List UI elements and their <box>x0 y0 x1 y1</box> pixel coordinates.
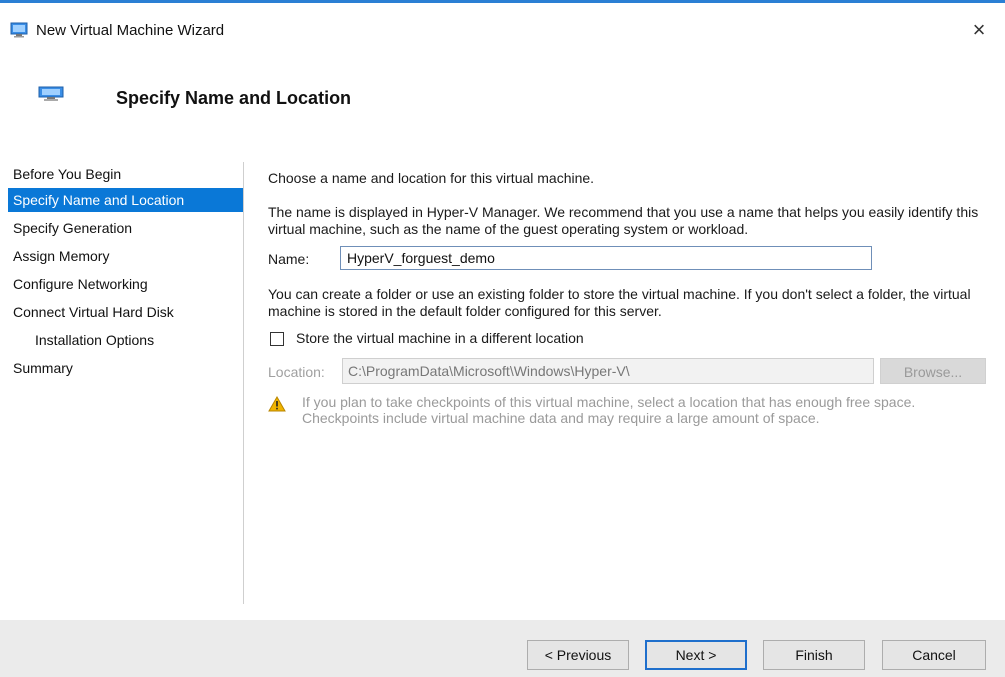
sidebar-item-specify-name-and-location[interactable]: Specify Name and Location <box>8 188 244 212</box>
location-input[interactable] <box>342 358 874 384</box>
name-input[interactable] <box>340 246 872 270</box>
sidebar-item-specify-generation[interactable]: Specify Generation <box>8 214 244 242</box>
sidebar-item-connect-virtual-hard-disk[interactable]: Connect Virtual Hard Disk <box>8 298 244 326</box>
finish-button[interactable]: Finish <box>763 640 865 670</box>
description-text: The name is displayed in Hyper-V Manager… <box>268 204 979 237</box>
warning-icon <box>268 396 286 412</box>
sidebar-item-installation-options[interactable]: Installation Options <box>8 326 244 354</box>
warning-text: If you plan to take checkpoints of this … <box>302 394 916 426</box>
folder-info-text: You can create a folder or use an existi… <box>268 286 971 319</box>
close-button[interactable]: × <box>963 14 995 46</box>
virtual-machine-icon <box>38 86 64 101</box>
window-top-border <box>0 0 1005 3</box>
page-title: Specify Name and Location <box>116 88 352 108</box>
wizard-footer: < Previous Next > Finish Cancel <box>0 620 1005 677</box>
cancel-button[interactable]: Cancel <box>882 640 986 670</box>
sidebar-item-summary[interactable]: Summary <box>8 354 244 382</box>
name-label: Name: <box>268 251 310 267</box>
window-title: New Virtual Machine Wizard <box>36 22 225 39</box>
virtual-machine-icon <box>10 22 28 38</box>
name-row: Name: <box>268 246 878 272</box>
previous-button[interactable]: < Previous <box>527 640 629 670</box>
location-label: Location: <box>268 364 325 380</box>
browse-button[interactable]: Browse... <box>880 358 986 384</box>
sidebar-item-assign-memory[interactable]: Assign Memory <box>8 242 244 270</box>
title-bar: New Virtual Machine Wizard × <box>0 14 1005 50</box>
next-button[interactable]: Next > <box>645 640 747 670</box>
different-location-checkbox[interactable] <box>270 332 284 346</box>
different-location-label[interactable]: Store the virtual machine in a different… <box>296 330 584 346</box>
sidebar-divider <box>243 162 244 604</box>
sidebar-item-configure-networking[interactable]: Configure Networking <box>8 270 244 298</box>
intro-text: Choose a name and location for this virt… <box>268 170 595 186</box>
sidebar-item-before-you-begin[interactable]: Before You Begin <box>8 160 244 188</box>
wizard-steps-sidebar: Before You Begin Specify Name and Locati… <box>8 160 244 382</box>
